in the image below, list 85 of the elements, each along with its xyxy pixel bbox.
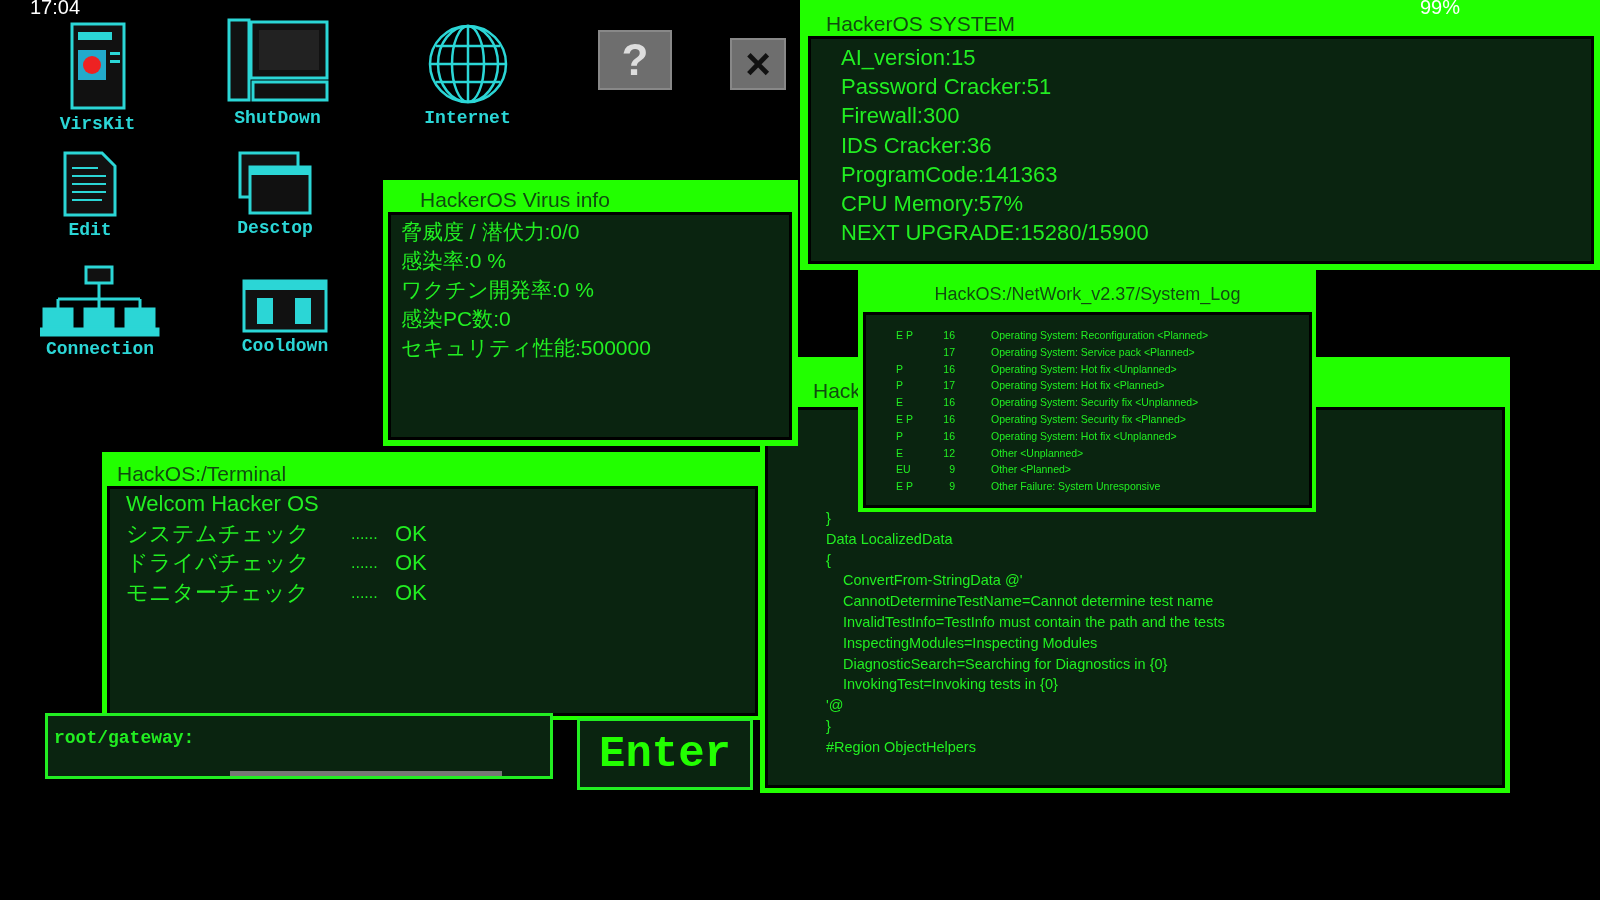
icon-label[interactable]: Edit [68,220,112,240]
code-line: } [826,716,832,736]
log-message: Operating System: Reconfiguration <Planned> [990,328,1209,343]
stat-line: セキュリティ性能:500000 [401,335,652,361]
log-number: 16 [942,395,956,411]
log-message: Operating System: Service pack <Planned> [990,344,1195,360]
icon-label[interactable]: Internet [424,108,511,128]
log-flags: E P [895,479,914,495]
window-title: HackerOS SYSTEM [825,11,1016,36]
log-message: Operating System: Security fix <Unplanned> [990,395,1199,411]
dots-leader: ...... [351,523,379,544]
stat-line: ProgramCode:141363 [841,160,1059,189]
code-line: InspectingModules=Inspecting Modules [842,633,1099,653]
icon-label[interactable]: Connection [46,339,154,359]
window-title: HackOS:/Terminal [116,461,287,486]
code-line: InvalidTestInfo=TestInfo must contain the path and the tests [842,613,1226,632]
check-label: ドライバチェック [126,549,311,577]
stat-line: ワクチン開発率:0 % [401,277,596,303]
log-number: 16 [942,361,956,377]
help-button[interactable]: ? [598,30,672,90]
code-line: { [826,550,832,570]
enter-button[interactable]: Enter [577,718,753,790]
battery-level: 99% [1420,0,1461,18]
check-result: OK [395,549,427,577]
window-title: HackOS:/NetWork_v2.37/System_Log [934,283,1241,307]
stat-line: Firewall:300 [841,102,961,131]
log-message: Operating System: Hot fix <Unplanned> [990,361,1177,377]
check-result: OK [395,519,427,548]
icon-label[interactable]: VirsKit [59,114,136,134]
icon-label[interactable]: ShutDown [234,108,321,128]
window-title: Hack [812,378,861,404]
log-message: Operating System: Security fix <Planned> [990,412,1186,427]
log-flags: P [895,428,904,444]
status-time: 17:04 [30,0,81,18]
log-number: 9 [948,462,956,478]
code-line: InvokingTest=Invoking tests in {0} [842,675,1059,695]
icon-label[interactable]: Cooldown [241,336,329,356]
stat-line: 感染PC数:0 [401,306,512,332]
stat-line: 脅威度 / 潜伏力:0/0 [401,219,581,245]
log-number: 16 [942,412,956,427]
log-message: Other Failure: System Unresponsive [990,479,1161,495]
network-icon[interactable] [40,265,160,337]
log-message: Operating System: Hot fix <Planned> [990,378,1165,394]
log-flags: P [895,378,904,394]
code-line: #Region ObjectHelpers [826,737,977,757]
log-number: 9 [948,479,956,495]
log-number: 17 [942,344,956,360]
stat-line: CPU Memory:57% [841,190,1025,218]
icon-label[interactable]: Desctop [237,218,313,238]
log-flags: EU [895,462,912,478]
check-result: OK [395,578,427,607]
stat-line: IDS Cracker:36 [841,131,993,160]
stat-line: NEXT UPGRADE:15280/15900 [841,219,1150,248]
text-file-icon[interactable] [62,150,118,218]
code-line: CannotDetermineTestName=Cannot determine test name [842,592,1215,612]
dots-leader: ...... [351,582,379,603]
terminal-line: Welcom Hacker OS [126,490,319,518]
windows-icon[interactable] [237,150,313,216]
code-line: '@ [826,696,845,716]
log-number: 16 [942,428,956,444]
log-number: 17 [942,378,956,394]
log-flags: E P [895,328,914,343]
stat-line: AI_version:15 [841,44,977,72]
close-button[interactable]: × [730,38,786,90]
stat-line: Password Cracker:51 [841,73,1053,102]
command-field[interactable]: root/gateway: [45,713,553,779]
log-message: Operating System: Hot fix <Unplanned> [990,428,1177,444]
dots-leader: ...... [351,553,379,573]
window-title: HackerOS Virus info [419,187,610,212]
code-line: DiagnosticSearch=Searching for Diagnostics in {0} [842,654,1169,674]
log-flags: E [895,445,904,461]
log-message: Other <Unplanned> [990,445,1084,461]
code-line: ConvertFrom-StringData @' [842,571,1024,591]
log-flags: P [895,361,904,377]
code-line: } [826,509,832,528]
log-flags: E [895,395,904,411]
stat-line: 感染率:0 % [401,248,508,274]
server-rack-icon[interactable] [241,278,329,334]
log-message: Other <Planned> [990,462,1071,478]
log-number: 12 [942,445,956,461]
code-line: Data LocalizedData [826,529,954,549]
check-label: システムチェック [126,519,311,548]
check-label: モニターチェック [126,578,310,607]
log-flags: E P [895,412,914,427]
log-number: 16 [942,328,956,343]
